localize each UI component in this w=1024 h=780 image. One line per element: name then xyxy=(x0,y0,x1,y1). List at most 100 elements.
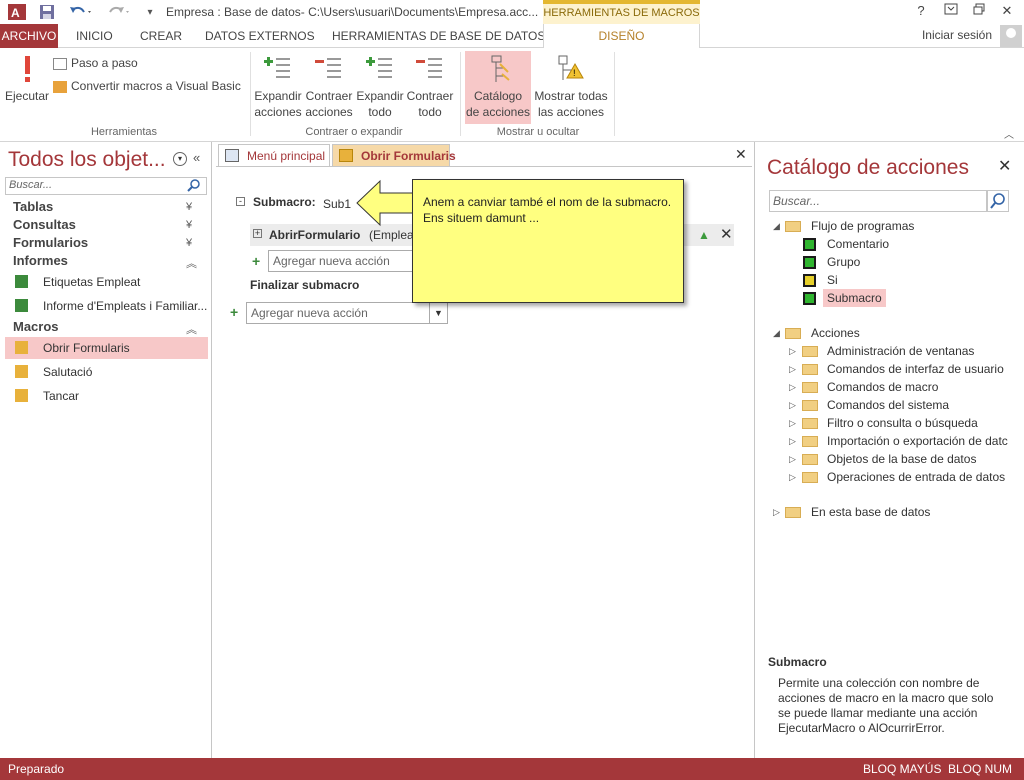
catalog-subfolder[interactable]: Operaciones de entrada de datos xyxy=(827,470,1005,484)
tab-archivo[interactable]: ARCHIVO xyxy=(0,24,58,48)
nav-menu-dropdown-icon[interactable]: ▾ xyxy=(173,152,187,166)
nav-title[interactable]: Todos los objet... xyxy=(8,148,166,172)
catalog-item[interactable]: Grupo xyxy=(827,255,860,269)
step-button[interactable]: Paso a paso xyxy=(53,55,138,71)
contextual-tab-group: HERRAMIENTAS DE MACROS xyxy=(543,0,700,24)
access-app-icon[interactable]: A xyxy=(6,2,28,22)
help-button[interactable]: ? xyxy=(910,3,932,21)
ribbon-display-options-button[interactable] xyxy=(940,3,962,21)
action-catalog-button[interactable]: Catálogo de acciones xyxy=(465,51,531,124)
catalog-search-input[interactable]: Buscar... xyxy=(769,190,987,212)
nav-item-macro[interactable]: Salutació xyxy=(5,361,208,383)
catalog-subfolder[interactable]: Comandos de interfaz de usuario xyxy=(827,362,1004,376)
expand-actions-icon xyxy=(262,54,294,84)
customize-qat-icon[interactable]: ▾ xyxy=(143,2,157,22)
tab-menu-principal[interactable]: Menú principal xyxy=(218,144,330,166)
macro-icon xyxy=(15,341,28,354)
tab-datos-externos[interactable]: DATOS EXTERNOS xyxy=(205,24,315,48)
catalog-item[interactable]: Si xyxy=(827,273,838,287)
expand-actions-button[interactable]: Expandir acciones xyxy=(254,54,302,120)
catalog-category-flujo[interactable]: Flujo de programas xyxy=(811,219,914,233)
tab-diseno[interactable]: DISEÑO xyxy=(543,24,700,49)
callout-line: Anem a canviar també el nom de la submac… xyxy=(423,195,672,209)
nav-item-report[interactable]: Informe d'Empleats i Familiar... xyxy=(5,295,208,317)
delete-action-icon[interactable]: ✕ xyxy=(720,225,733,243)
title-bar: A ▾ Empresa : Base de datos- C:\Users\us… xyxy=(0,0,1024,24)
catalog-category-en-esta-bd[interactable]: En esta base de datos xyxy=(811,505,930,519)
collapse-chevron-icon[interactable]: ︽ xyxy=(186,255,197,271)
collapse-all-button[interactable]: Contraer todo xyxy=(406,54,454,120)
tab-obrir-formularis[interactable]: Obrir Formularis xyxy=(332,144,456,166)
nav-item-report[interactable]: Etiquetas Empleat xyxy=(5,271,208,293)
collapsed-triangle-icon[interactable]: ▷ xyxy=(789,346,796,357)
add-icon: + xyxy=(252,253,261,269)
collapse-chevron-icon[interactable]: ︽ xyxy=(186,321,197,337)
if-icon xyxy=(803,274,816,287)
catalog-item[interactable]: Comentario xyxy=(827,237,889,251)
collapse-actions-button[interactable]: Contraer acciones xyxy=(304,54,354,120)
end-submacro-label: Finalizar submacro xyxy=(250,278,360,292)
move-up-icon[interactable]: ▲ xyxy=(698,228,710,242)
nav-category-consultas[interactable]: Consultas xyxy=(13,217,76,232)
signin-link[interactable]: Iniciar sesión xyxy=(922,28,992,42)
nav-search-input[interactable]: Buscar... xyxy=(5,177,207,195)
nav-search-icon[interactable] xyxy=(187,178,205,194)
add-icon: + xyxy=(230,304,239,320)
collapsed-triangle-icon[interactable]: ▷ xyxy=(789,436,796,447)
nav-category-macros[interactable]: Macros xyxy=(13,319,59,334)
search-icon[interactable] xyxy=(987,190,1009,212)
nav-category-formularios[interactable]: Formularios xyxy=(13,235,88,250)
folder-icon xyxy=(802,418,818,429)
avatar[interactable] xyxy=(1000,25,1022,47)
catalog-subfolder[interactable]: Administración de ventanas xyxy=(827,344,974,358)
tab-crear[interactable]: CREAR xyxy=(140,24,182,48)
catalog-subfolder[interactable]: Objetos de la base de datos xyxy=(827,452,976,466)
run-button[interactable]: Ejecutar xyxy=(4,54,50,104)
redo-icon[interactable] xyxy=(104,2,134,22)
nav-category-tablas[interactable]: Tablas xyxy=(13,199,53,214)
collapsed-triangle-icon[interactable]: ▷ xyxy=(789,472,796,483)
collapsed-triangle-icon[interactable]: ▷ xyxy=(789,418,796,429)
collapsed-triangle-icon[interactable]: ▷ xyxy=(773,507,780,518)
catalog-subfolder[interactable]: Comandos del sistema xyxy=(827,398,949,412)
close-document-icon[interactable]: ✕ xyxy=(735,146,747,163)
tab-herramientas-bd[interactable]: HERRAMIENTAS DE BASE DE DATOS xyxy=(332,24,545,48)
expand-chevron-icon[interactable]: ¥ xyxy=(186,219,192,231)
catalog-subfolder[interactable]: Filtro o consulta o búsqueda xyxy=(827,416,978,430)
close-catalog-icon[interactable]: ✕ xyxy=(998,156,1011,176)
expanded-triangle-icon[interactable]: ◢ xyxy=(773,221,780,232)
collapsed-triangle-icon[interactable]: ▷ xyxy=(789,364,796,375)
expand-action-icon[interactable]: + xyxy=(253,229,262,238)
callout-note: Anem a canviar també el nom de la submac… xyxy=(412,179,684,303)
collapse-ribbon-icon[interactable]: ︿ xyxy=(1004,126,1014,141)
dropdown-arrow-icon[interactable]: ▼ xyxy=(429,303,447,323)
collapsed-triangle-icon[interactable]: ▷ xyxy=(789,400,796,411)
catalog-item-selected[interactable]: Submacro xyxy=(823,289,886,307)
expanded-triangle-icon[interactable]: ◢ xyxy=(773,328,780,339)
action-args: (Emplea xyxy=(369,228,414,242)
nav-category-informes[interactable]: Informes xyxy=(13,253,68,268)
tab-inicio[interactable]: INICIO xyxy=(76,24,113,48)
expand-all-button[interactable]: Expandir todo xyxy=(356,54,404,120)
add-action-input[interactable]: Agregar nueva acción ▼ xyxy=(246,302,448,324)
restore-button[interactable] xyxy=(968,3,990,21)
catalog-subfolder[interactable]: Importación o exportación de datc xyxy=(827,434,1009,448)
nav-item-macro[interactable]: Tancar xyxy=(5,385,208,407)
folder-icon xyxy=(785,328,801,339)
collapsed-triangle-icon[interactable]: ▷ xyxy=(789,382,796,393)
shutter-bar-icon[interactable]: « xyxy=(193,150,200,165)
catalog-category-acciones[interactable]: Acciones xyxy=(811,326,860,340)
collapse-submacro-icon[interactable]: - xyxy=(236,197,245,206)
catalog-subfolder[interactable]: Comandos de macro xyxy=(827,380,938,394)
save-icon[interactable] xyxy=(36,2,58,22)
undo-icon[interactable] xyxy=(66,2,96,22)
close-window-button[interactable]: ✕ xyxy=(996,3,1018,21)
catalog-description-title: Submacro xyxy=(768,655,827,669)
expand-chevron-icon[interactable]: ¥ xyxy=(186,201,192,213)
show-all-actions-button[interactable]: ! Mostrar todas las acciones xyxy=(533,54,609,120)
convert-vb-button[interactable]: Convertir macros a Visual Basic xyxy=(53,78,241,94)
submacro-name-field[interactable]: Sub1 xyxy=(323,197,351,211)
expand-chevron-icon[interactable]: ¥ xyxy=(186,237,192,249)
nav-item-macro[interactable]: Obrir Formularis xyxy=(5,337,208,359)
collapsed-triangle-icon[interactable]: ▷ xyxy=(789,454,796,465)
